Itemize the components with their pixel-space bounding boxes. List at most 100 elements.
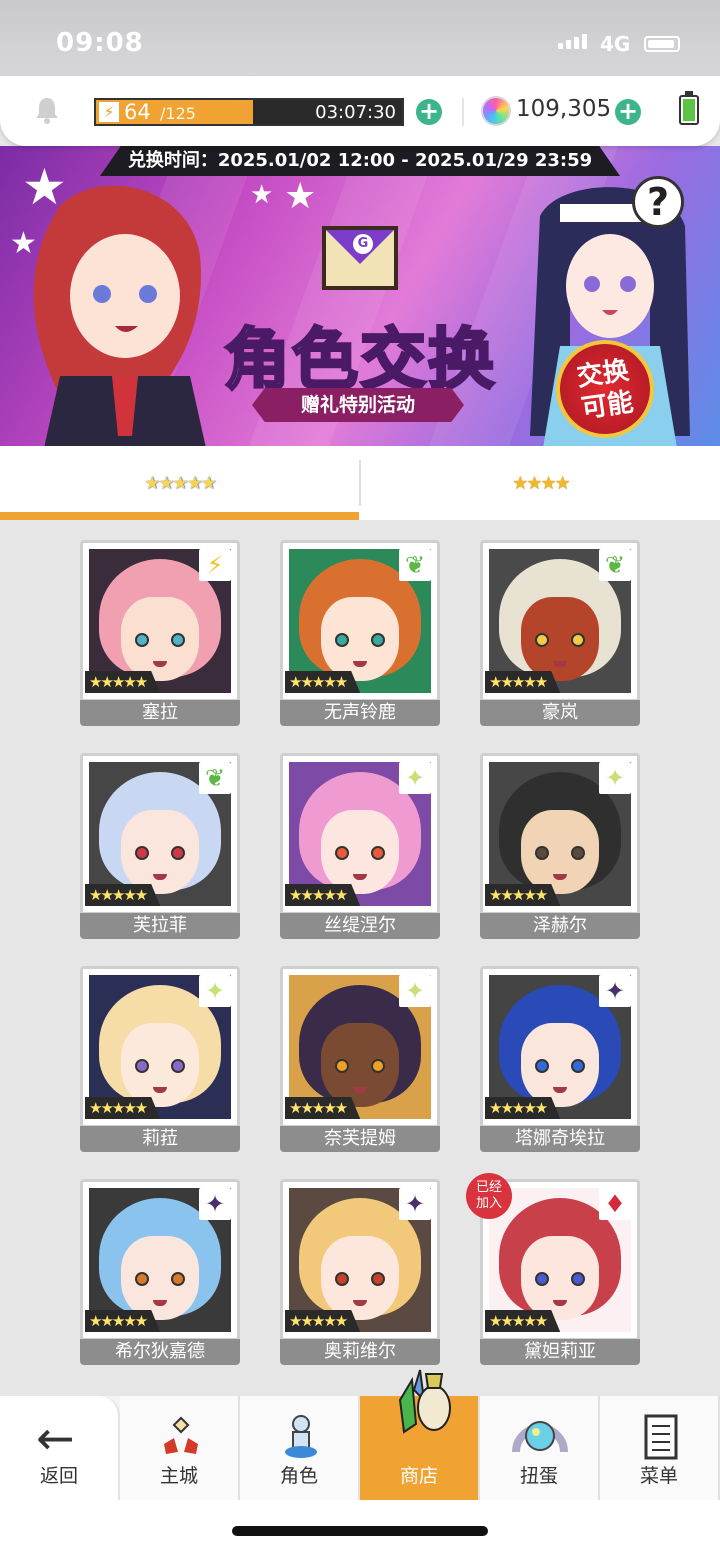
- character-name: 豪岚: [480, 700, 640, 726]
- star-rating: ★★★★★: [485, 1310, 561, 1332]
- dark-star-icon: ✦: [399, 1188, 431, 1220]
- diamond-icon: ♦: [599, 1188, 631, 1220]
- crystal-egg-icon: [398, 1369, 451, 1434]
- event-banner: 兑换时间：2025.01/02 12:00 - 2025.01/29 23:59…: [0, 146, 720, 446]
- sparkle-icon: ✦: [599, 762, 631, 794]
- character-portrait-frame: ✦ ★★★★★: [480, 966, 640, 1128]
- bell-icon[interactable]: [34, 96, 60, 124]
- star-rating: ★★★★★: [85, 884, 161, 906]
- character-card[interactable]: ✦ ★★★★★ 奈芙提姆: [280, 966, 440, 1152]
- stamina-timer: 03:07:30: [315, 102, 396, 123]
- character-portrait-frame: ✦ ★★★★★: [80, 966, 240, 1128]
- nav-character[interactable]: 角色: [240, 1396, 360, 1500]
- gem-count: 109,305: [516, 96, 612, 122]
- four-star-icon: ★★★★: [512, 472, 571, 494]
- nav-gacha[interactable]: 扭蛋: [480, 1396, 600, 1500]
- back-button[interactable]: ← 返回: [0, 1396, 120, 1500]
- character-name: 塞拉: [80, 700, 240, 726]
- character-name: 丝缇涅尔: [280, 913, 440, 939]
- character-portrait-frame: ✦ ★★★★★: [280, 966, 440, 1128]
- star-decoration-icon: ★: [250, 180, 274, 210]
- header-divider: [462, 98, 464, 126]
- tab-4-star[interactable]: ★★★★: [361, 446, 720, 520]
- character-portrait-frame: ✦ ★★★★★: [280, 753, 440, 915]
- character-portrait-frame: ✦ ★★★★★: [280, 1179, 440, 1341]
- star-rating: ★★★★★: [285, 884, 361, 906]
- character-card[interactable]: ✦ ★★★★★ 丝缇涅尔: [280, 753, 440, 939]
- character-portrait-frame: ✦ ★★★★★: [480, 753, 640, 915]
- joined-badge: 已经 加入: [466, 1173, 512, 1219]
- device-battery-icon: [679, 91, 699, 125]
- character-card[interactable]: ✦ ★★★★★ 希尔狄嘉德: [80, 1179, 240, 1365]
- nav-menu[interactable]: 菜单: [600, 1396, 720, 1500]
- character-name: 莉菈: [80, 1126, 240, 1152]
- rarity-tabs: ★★★★★ ★★★★: [0, 446, 720, 520]
- add-stamina-button[interactable]: +: [416, 99, 442, 125]
- leaf-icon: ❦: [599, 549, 631, 581]
- battery-icon: [644, 36, 680, 52]
- character-name: 芙拉菲: [80, 913, 240, 939]
- star-rating: ★★★★★: [485, 1097, 561, 1119]
- nav-shop[interactable]: 商店: [360, 1369, 480, 1500]
- character-name: 黛妲莉亚: [480, 1339, 640, 1365]
- star-rating: ★★★★★: [285, 1310, 361, 1332]
- menu-list-icon: [644, 1414, 678, 1460]
- star-decoration-icon: ★: [284, 176, 317, 217]
- star-rating: ★★★★★: [285, 671, 361, 693]
- nav-home[interactable]: 主城: [120, 1396, 240, 1500]
- leaf-icon: ❦: [199, 762, 231, 794]
- help-button[interactable]: ?: [632, 176, 684, 228]
- character-illustration-left: [33, 185, 206, 446]
- exchange-period: 兑换时间：2025.01/02 12:00 - 2025.01/29 23:59: [100, 146, 620, 176]
- character-card[interactable]: ❦ ★★★★★ 芙拉菲: [80, 753, 240, 939]
- stamina-max: /125: [160, 104, 196, 123]
- add-gems-button[interactable]: +: [615, 99, 641, 125]
- star-rating: ★★★★★: [485, 671, 561, 693]
- character-card[interactable]: ❦ ★★★★★ 无声铃鹿: [280, 540, 440, 726]
- sparkle-icon: ✦: [399, 762, 431, 794]
- character-name: 无声铃鹿: [280, 700, 440, 726]
- bolt-icon: ⚡: [99, 102, 119, 122]
- character-portrait-frame: ❦ ★★★★★: [480, 540, 640, 702]
- character-card[interactable]: ✦ ★★★★★ 泽赫尔: [480, 753, 640, 939]
- event-title: 角色交换: [223, 320, 496, 400]
- star-rating: ★★★★★: [85, 1310, 161, 1332]
- character-name: 希尔狄嘉德: [80, 1339, 240, 1365]
- character-portrait-frame: ❦ ★★★★★: [80, 753, 240, 915]
- star-rating: ★★★★★: [85, 1097, 161, 1119]
- stamina-current: 64: [124, 100, 151, 124]
- character-portrait-frame: ❦ ★★★★★: [280, 540, 440, 702]
- home-indicator[interactable]: [232, 1526, 488, 1536]
- event-subtitle: 赠礼特别活动: [252, 388, 464, 422]
- gem-icon: [481, 96, 511, 126]
- network-label: 4G: [600, 32, 631, 56]
- gift-envelope-icon: G: [322, 226, 398, 290]
- character-card[interactable]: ⚡ ★★★★★ 塞拉: [80, 540, 240, 726]
- dark-star-icon: ✦: [199, 1188, 231, 1220]
- status-time: 09:08: [56, 28, 144, 58]
- character-name: 奈芙提姆: [280, 1126, 440, 1152]
- castle-icon: [164, 1416, 198, 1454]
- gacha-orb-icon: [512, 1421, 568, 1453]
- leaf-icon: ❦: [399, 549, 431, 581]
- character-card[interactable]: ♦ ★★★★★ 黛妲莉亚 已经 加入: [466, 1173, 640, 1365]
- character-figure-icon: [285, 1415, 317, 1458]
- character-card[interactable]: ✦ ★★★★★ 塔娜奇埃拉: [480, 966, 640, 1152]
- character-name: 泽赫尔: [480, 913, 640, 939]
- star-rating: ★★★★★: [285, 1097, 361, 1119]
- bottom-navigation: ← 返回 主城 角色 商店 扭蛋 菜单: [0, 1369, 720, 1558]
- character-name: 塔娜奇埃拉: [480, 1126, 640, 1152]
- tab-5-star[interactable]: ★★★★★: [0, 446, 359, 520]
- character-card[interactable]: ✦ ★★★★★ 莉菈: [80, 966, 240, 1152]
- sparkle-icon: ✦: [399, 975, 431, 1007]
- stamina-bar: ⚡ 64 /125 03:07:30: [94, 98, 404, 126]
- character-portrait-frame: ✦ ★★★★★: [80, 1179, 240, 1341]
- dark-star-icon: ✦: [599, 975, 631, 1007]
- character-card[interactable]: ✦ ★★★★★ 奥莉维尔: [280, 1179, 440, 1365]
- five-star-icon: ★★★★★: [144, 472, 217, 494]
- character-grid: ⚡ ★★★★★ 塞拉 ❦ ★★★★★ 无声铃鹿 ❦ ★★★★★ 豪岚 ❦ ★★★★★ 芙拉菲 ✦ ★★★★…: [0, 520, 720, 1396]
- star-rating: ★★★★★: [85, 671, 161, 693]
- sparkle-icon: ✦: [199, 975, 231, 1007]
- character-card[interactable]: ❦ ★★★★★ 豪岚: [480, 540, 640, 726]
- status-bar: 09:08 4G: [0, 0, 720, 86]
